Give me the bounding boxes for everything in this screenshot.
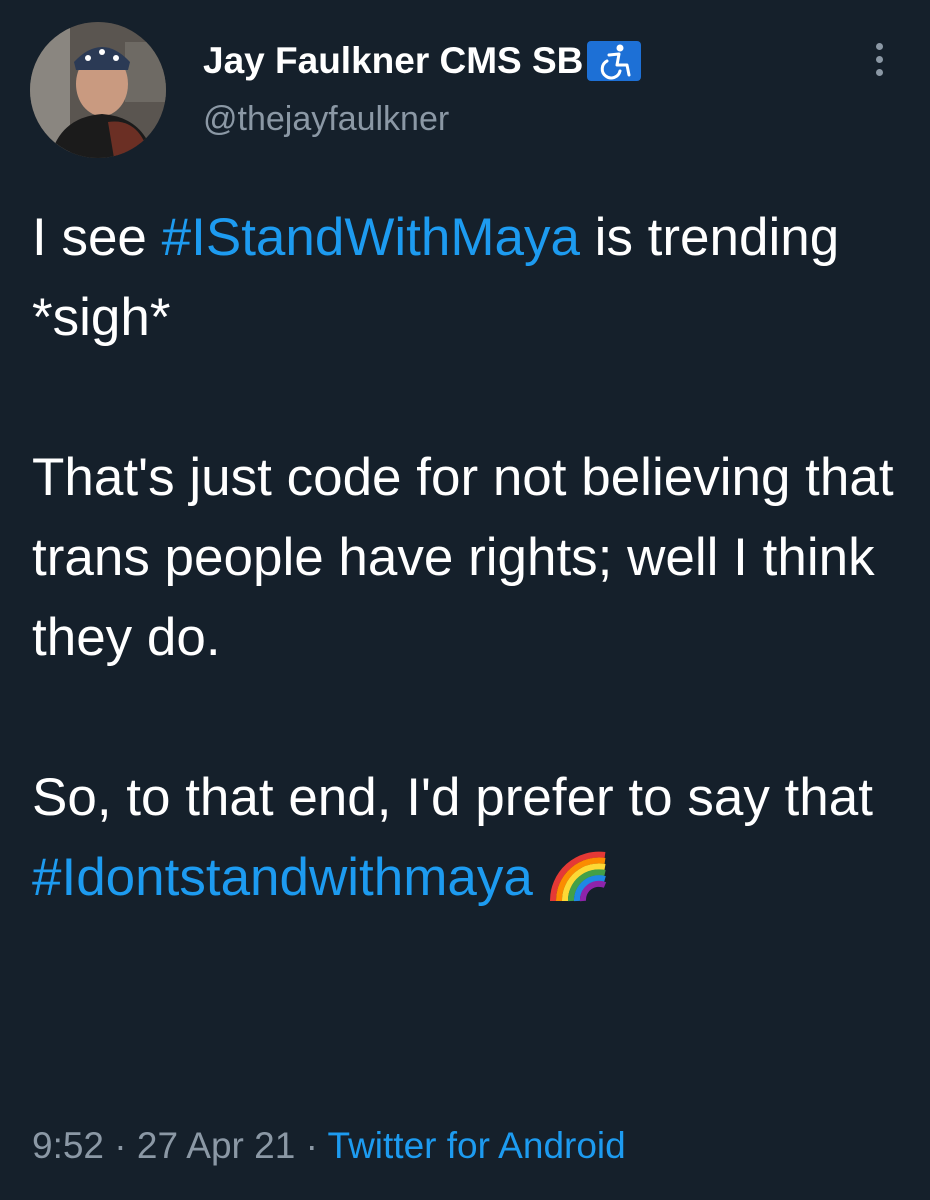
tweet-text: I see #IStandWithMaya is trending *sigh*… xyxy=(32,198,912,918)
tweet-source-link[interactable]: Twitter for Android xyxy=(328,1125,626,1166)
rainbow-icon xyxy=(547,841,611,905)
wheelchair-icon xyxy=(587,41,642,81)
tweet-paragraph-3: So, to that end, I'd prefer to say that #… xyxy=(32,758,912,918)
more-vertical-icon xyxy=(876,43,883,50)
hashtag-link[interactable]: #IStandWithMaya xyxy=(162,208,580,267)
avatar[interactable] xyxy=(30,22,166,158)
meta-separator: · xyxy=(104,1125,137,1166)
tweet-meta: 9:52 · 27 Apr 21 · Twitter for Android xyxy=(32,1125,626,1167)
tweet-paragraph-2: That's just code for not believing that … xyxy=(32,448,894,667)
tweet-date[interactable]: 27 Apr 21 xyxy=(137,1125,295,1166)
author-name-text: Jay Faulkner CMS SB xyxy=(203,40,584,81)
more-vertical-icon-dot xyxy=(876,69,883,76)
more-vertical-icon-dot xyxy=(876,56,883,63)
tweet-time[interactable]: 9:52 xyxy=(32,1125,104,1166)
avatar-image xyxy=(30,22,166,158)
hashtag-link[interactable]: #Idontstandwithmaya xyxy=(32,848,533,907)
tweet-paragraph-1: I see #IStandWithMaya is trending *sigh* xyxy=(32,198,912,358)
tweet-text-segment: I see xyxy=(32,208,162,267)
tweet-text-segment: So, to that end, I'd prefer to say that xyxy=(32,768,873,827)
author-handle[interactable]: @thejayfaulkner xyxy=(203,100,449,139)
more-options-button[interactable] xyxy=(860,40,900,80)
author-display-name[interactable]: Jay Faulkner CMS SB xyxy=(203,40,642,82)
meta-separator: · xyxy=(295,1125,328,1166)
